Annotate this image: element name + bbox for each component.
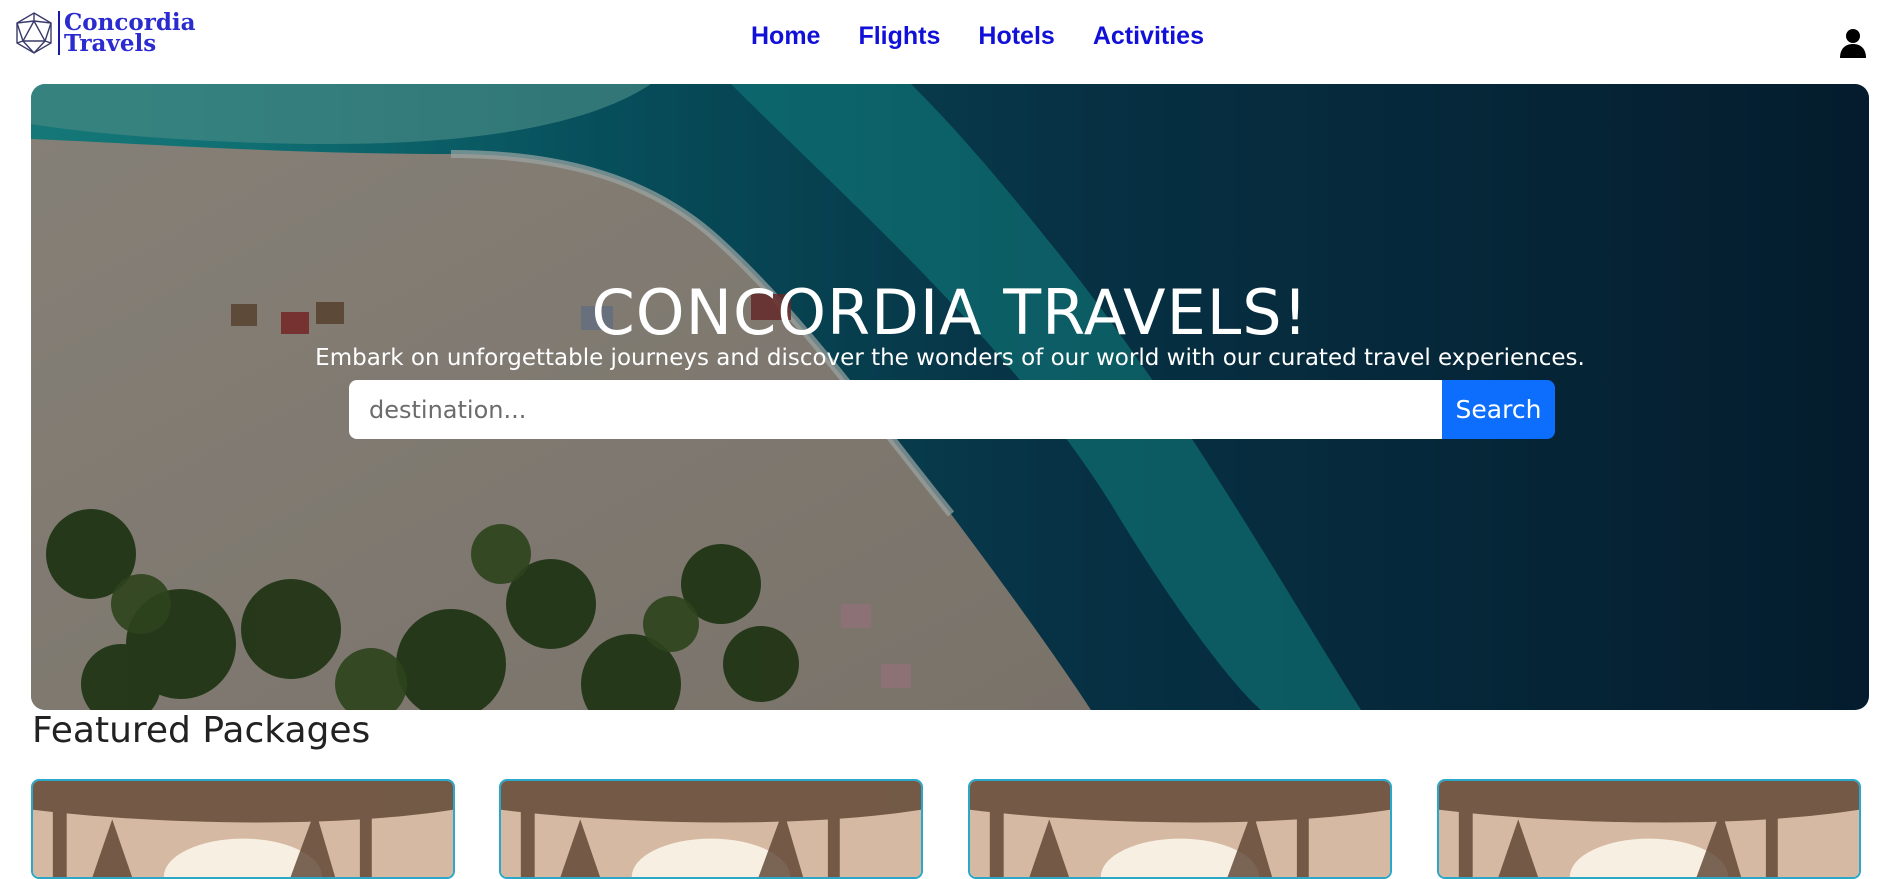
package-card-image <box>501 781 921 877</box>
navbar: Concordia Travels Home Flights Hotels Ac… <box>0 0 1895 84</box>
featured-packages-heading: Featured Packages <box>32 710 371 751</box>
nav-link-home[interactable]: Home <box>751 22 820 51</box>
hero-subtitle: Embark on unforgettable journeys and dis… <box>315 345 1585 371</box>
package-card-image <box>33 781 453 877</box>
user-icon[interactable] <box>1839 28 1867 58</box>
destination-search-input[interactable] <box>349 380 1442 439</box>
search-button[interactable]: Search <box>1442 380 1555 439</box>
hero-title: CONCORDIA TRAVELS! <box>591 275 1309 349</box>
package-card[interactable] <box>499 779 923 879</box>
nav-link-flights[interactable]: Flights <box>858 22 940 51</box>
featured-packages-list <box>31 779 1866 879</box>
hero-banner: CONCORDIA TRAVELS! Embark on unforgettab… <box>31 84 1869 710</box>
main-nav: Home Flights Hotels Activities <box>0 22 1895 51</box>
nav-link-hotels[interactable]: Hotels <box>978 22 1054 51</box>
package-card[interactable] <box>1437 779 1861 879</box>
package-card-image <box>970 781 1390 877</box>
package-card[interactable] <box>31 779 455 879</box>
nav-link-activities[interactable]: Activities <box>1093 22 1204 51</box>
destination-search-form: Search <box>349 380 1555 439</box>
package-card-image <box>1439 781 1859 877</box>
package-card[interactable] <box>968 779 1392 879</box>
